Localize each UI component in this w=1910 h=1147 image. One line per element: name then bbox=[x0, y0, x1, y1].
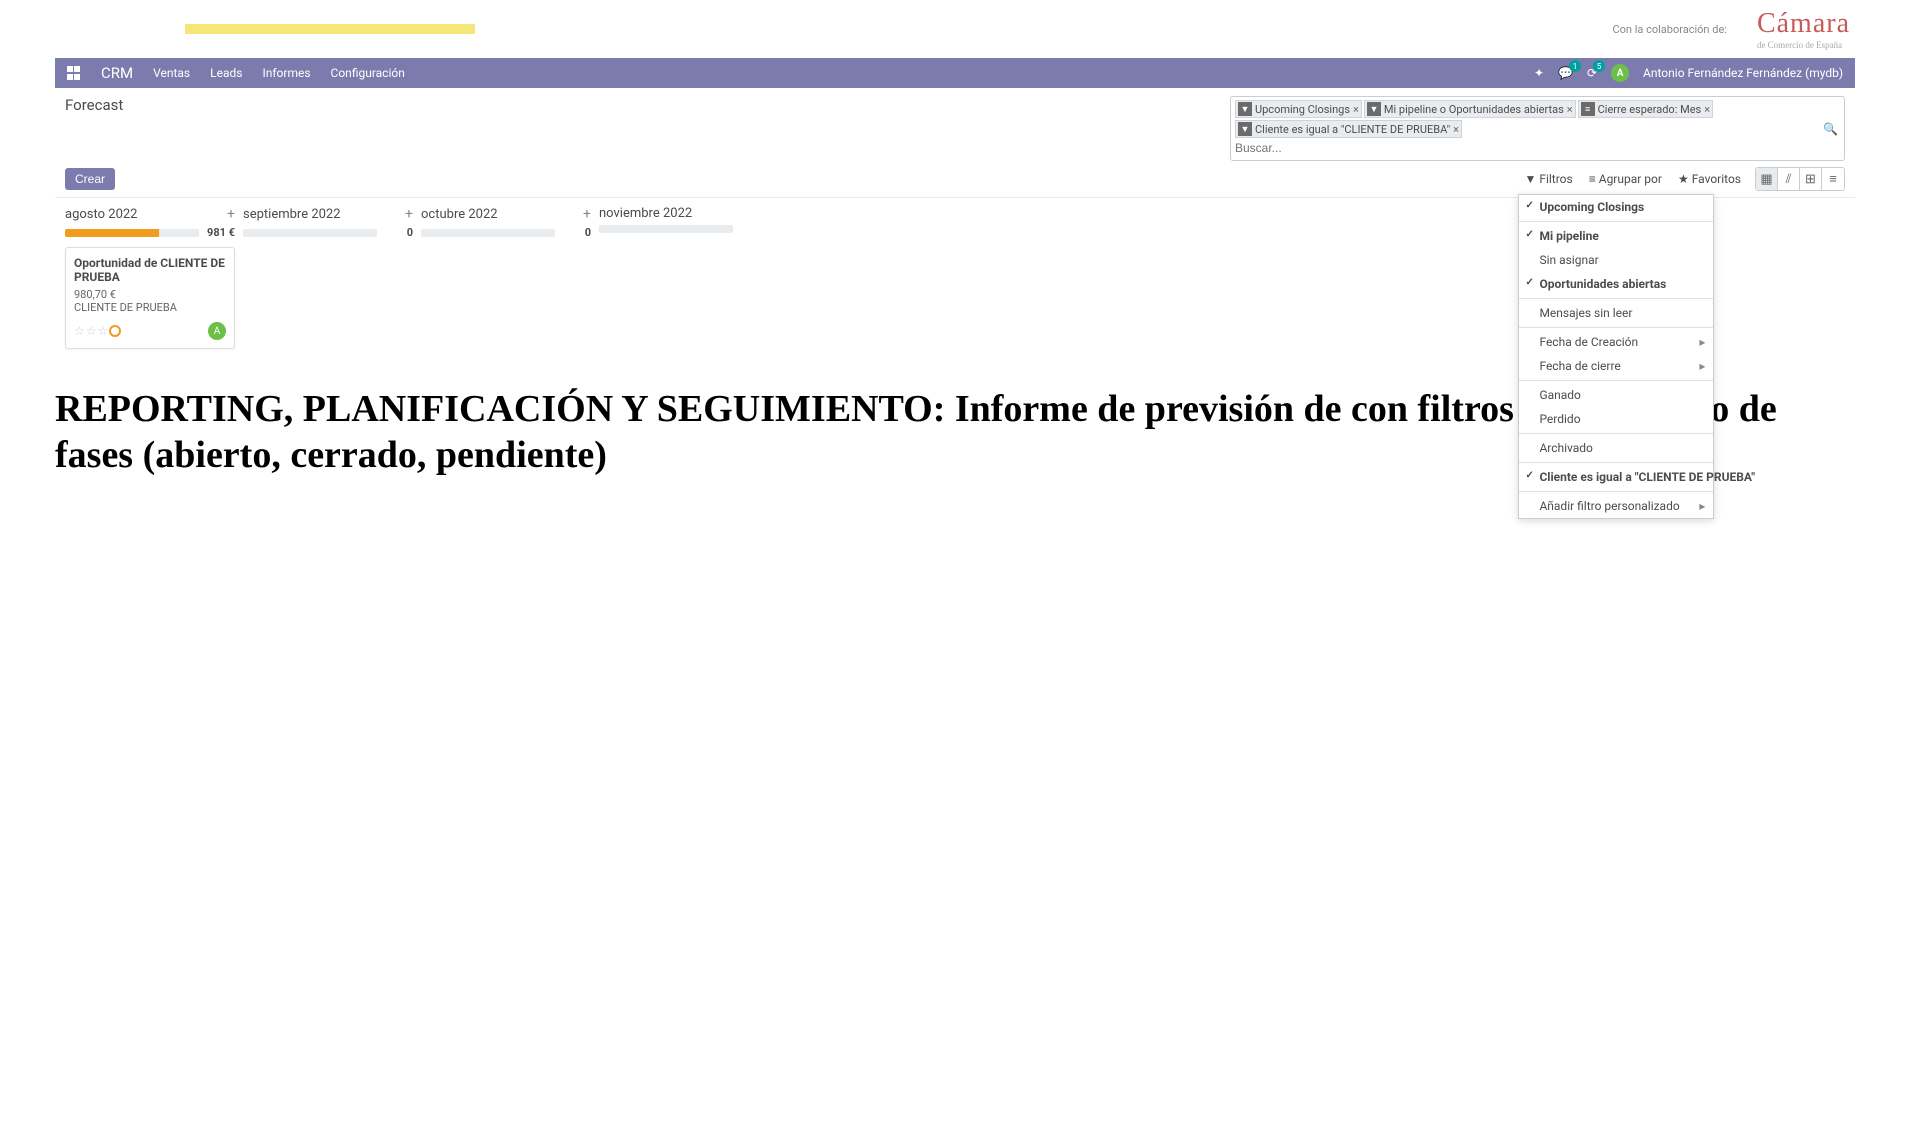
col-progress bbox=[599, 225, 733, 233]
chip-label: Cliente es igual a "CLIENTE DE PRUEBA" bbox=[1255, 123, 1450, 136]
groupby-button[interactable]: ≡ Agrupar por bbox=[1589, 172, 1662, 186]
activity-badge: 5 bbox=[1593, 60, 1605, 72]
groupby-icon: ≡ bbox=[1589, 172, 1596, 186]
star-icon[interactable]: ✦ bbox=[1534, 66, 1544, 80]
apps-icon[interactable] bbox=[67, 66, 81, 80]
page-title: Forecast bbox=[65, 96, 123, 114]
nav-ventas[interactable]: Ventas bbox=[153, 66, 190, 80]
star-icon: ☆ bbox=[74, 324, 85, 338]
filter-chip[interactable]: ▼Mi pipeline o Oportunidades abiertas× bbox=[1364, 100, 1576, 118]
filter-option[interactable]: Oportunidades abiertas bbox=[1519, 272, 1713, 296]
chip-remove[interactable]: × bbox=[1353, 103, 1359, 116]
star-icon: ☆ bbox=[98, 324, 109, 338]
chip-remove[interactable]: × bbox=[1704, 103, 1710, 116]
filter-option[interactable]: Archivado bbox=[1519, 436, 1713, 460]
card-priority[interactable]: ☆ ☆ ☆ bbox=[74, 324, 121, 338]
camara-logo: Cámara de Comercio de España bbox=[1757, 8, 1850, 50]
filter-option[interactable]: Mensajes sin leer bbox=[1519, 301, 1713, 325]
col-total: 981 € bbox=[205, 226, 235, 239]
chip-label: Upcoming Closings bbox=[1255, 103, 1350, 116]
col-title: agosto 2022 bbox=[65, 207, 137, 222]
filter-option[interactable]: Perdido bbox=[1519, 407, 1713, 431]
col-progress bbox=[421, 229, 555, 237]
chip-icon: ≡ bbox=[1581, 102, 1595, 116]
filter-option[interactable]: Añadir filtro personalizado bbox=[1519, 494, 1713, 518]
add-card-icon[interactable]: + bbox=[583, 206, 591, 222]
collab-text: Con la colaboración de: bbox=[1612, 23, 1726, 36]
favorites-button[interactable]: ★ Favoritos bbox=[1678, 172, 1741, 186]
chip-icon: ▼ bbox=[1238, 102, 1252, 116]
col-total: 0 bbox=[383, 226, 413, 239]
view-switcher: ▦ ⫽ ⊞ ≡ bbox=[1755, 167, 1845, 191]
view-graph[interactable]: ⫽ bbox=[1778, 168, 1800, 190]
search-icon[interactable]: 🔍 bbox=[1823, 122, 1838, 136]
kanban-card[interactable]: Oportunidad de CLIENTE DE PRUEBA 980,70 … bbox=[65, 247, 235, 349]
create-button[interactable]: Crear bbox=[65, 168, 115, 190]
col-progress bbox=[65, 229, 199, 237]
chip-remove[interactable]: × bbox=[1567, 103, 1573, 116]
card-client: CLIENTE DE PRUEBA bbox=[74, 301, 226, 314]
filter-chip[interactable]: ≡Cierre esperado: Mes× bbox=[1578, 100, 1713, 118]
filter-option[interactable]: Fecha de cierre bbox=[1519, 354, 1713, 378]
nav-informes[interactable]: Informes bbox=[262, 66, 310, 80]
filter-dropdown: Upcoming Closings Mi pipelineSin asignarO… bbox=[1518, 194, 1714, 519]
chip-label: Cierre esperado: Mes bbox=[1598, 103, 1702, 116]
crm-app: CRM Ventas Leads Informes Configuración … bbox=[55, 58, 1855, 357]
yellow-decoration bbox=[185, 24, 475, 34]
star-icon: ★ bbox=[1678, 172, 1689, 186]
nav-configuracion[interactable]: Configuración bbox=[331, 66, 405, 80]
col-progress bbox=[243, 229, 377, 237]
star-icon: ☆ bbox=[86, 324, 97, 338]
kanban-column: agosto 2022 + 981 € Oportunidad de CLIEN… bbox=[65, 206, 235, 349]
search-box[interactable]: ▼Upcoming Closings×▼Mi pipeline o Oportu… bbox=[1230, 96, 1845, 161]
chip-icon: ▼ bbox=[1238, 122, 1252, 136]
logo-area bbox=[140, 24, 580, 34]
nav-leads[interactable]: Leads bbox=[210, 66, 242, 80]
view-kanban[interactable]: ▦ bbox=[1756, 168, 1778, 190]
activity-icon[interactable] bbox=[109, 325, 121, 337]
filter-option[interactable]: Mi pipeline bbox=[1519, 224, 1713, 248]
add-card-icon[interactable]: + bbox=[405, 206, 413, 222]
filters-button[interactable]: ▼ Filtros bbox=[1524, 172, 1572, 186]
filter-option[interactable]: Sin asignar bbox=[1519, 248, 1713, 272]
search-input[interactable] bbox=[1235, 139, 1840, 157]
add-card-icon[interactable]: + bbox=[227, 206, 235, 222]
col-total: 0 bbox=[561, 226, 591, 239]
avatar[interactable]: A bbox=[1611, 64, 1629, 82]
card-title: Oportunidad de CLIENTE DE PRUEBA bbox=[74, 256, 226, 284]
card-avatar[interactable]: A bbox=[208, 322, 226, 340]
filter-chip[interactable]: ▼Cliente es igual a "CLIENTE DE PRUEBA"× bbox=[1235, 120, 1462, 138]
messages-icon[interactable]: 💬1 bbox=[1558, 66, 1573, 80]
card-amount: 980,70 € bbox=[74, 288, 226, 301]
chip-icon: ▼ bbox=[1367, 102, 1381, 116]
col-title: noviembre 2022 bbox=[599, 206, 692, 221]
collab-area: Con la colaboración de: Cámara de Comerc… bbox=[1612, 8, 1850, 50]
filter-icon: ▼ bbox=[1524, 172, 1536, 186]
filter-option[interactable]: Ganado bbox=[1519, 383, 1713, 407]
msg-badge: 1 bbox=[1569, 60, 1581, 72]
filter-option[interactable]: Fecha de Creación bbox=[1519, 330, 1713, 354]
view-list[interactable]: ≡ bbox=[1822, 168, 1844, 190]
chip-remove[interactable]: × bbox=[1453, 123, 1459, 136]
kanban-column: octubre 2022 + 0 bbox=[421, 206, 591, 247]
main-nav: CRM Ventas Leads Informes Configuración … bbox=[55, 58, 1855, 88]
filter-option[interactable]: Cliente es igual a "CLIENTE DE PRUEBA" bbox=[1519, 465, 1713, 489]
col-title: septiembre 2022 bbox=[243, 207, 341, 222]
filter-chip[interactable]: ▼Upcoming Closings× bbox=[1235, 100, 1362, 118]
filter-option[interactable]: Upcoming Closings bbox=[1519, 195, 1713, 219]
activity-icon[interactable]: ⟳5 bbox=[1587, 66, 1597, 80]
top-header: Con la colaboración de: Cámara de Comerc… bbox=[0, 0, 1910, 58]
control-panel: Forecast ▼Upcoming Closings×▼Mi pipeline… bbox=[55, 88, 1855, 198]
kanban-column: noviembre 2022 bbox=[599, 206, 769, 241]
chip-label: Mi pipeline o Oportunidades abiertas bbox=[1384, 103, 1564, 116]
user-name[interactable]: Antonio Fernández Fernández (mydb) bbox=[1643, 66, 1843, 80]
view-pivot[interactable]: ⊞ bbox=[1800, 168, 1822, 190]
kanban-column: septiembre 2022 + 0 bbox=[243, 206, 413, 247]
col-title: octubre 2022 bbox=[421, 207, 498, 222]
brand-label[interactable]: CRM bbox=[101, 64, 133, 82]
